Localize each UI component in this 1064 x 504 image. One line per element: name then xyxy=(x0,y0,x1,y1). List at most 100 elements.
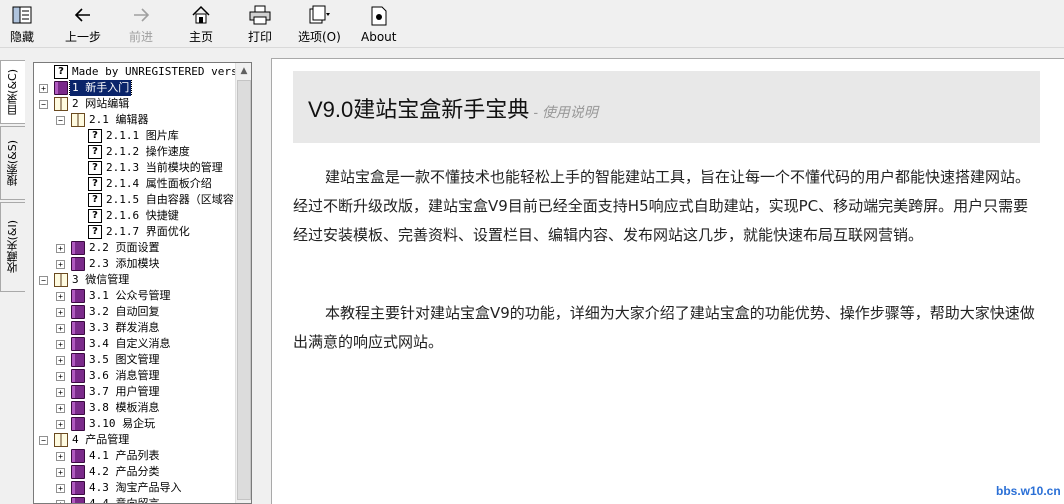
tree-item[interactable]: +4.4 意向留言 xyxy=(34,496,236,504)
tree-item[interactable]: ? 2.1.7 界面优化 xyxy=(34,224,236,240)
open-book-icon xyxy=(54,273,68,287)
tree-list: ?Made by UNREGISTERED version+1 新手入门−2 网… xyxy=(34,64,236,504)
tree-item[interactable]: ? 2.1.1 图片库 xyxy=(34,128,236,144)
content-scrollbar[interactable] xyxy=(1048,59,1064,504)
closed-book-icon xyxy=(71,305,85,319)
tree-item[interactable]: ? 2.1.5 自由容器（区域容 xyxy=(34,192,236,208)
tab-search-label: 搜索(&S) xyxy=(6,139,19,187)
collapse-icon[interactable]: − xyxy=(39,100,48,109)
forward-arrow-icon xyxy=(130,5,152,25)
tree-item[interactable]: +3.7 用户管理 xyxy=(34,384,236,400)
collapse-icon[interactable]: − xyxy=(39,436,48,445)
expand-icon[interactable]: + xyxy=(56,404,65,413)
forward-button[interactable]: 前进 xyxy=(129,5,153,45)
tree-item[interactable]: +4.2 产品分类 xyxy=(34,464,236,480)
tree-item[interactable]: ? Made by UNREGISTERED version xyxy=(34,64,236,80)
expand-icon[interactable]: + xyxy=(56,260,65,269)
expand-icon[interactable]: + xyxy=(56,356,65,365)
help-topic-icon: ? xyxy=(88,209,102,223)
home-button[interactable]: 主页 xyxy=(189,5,213,45)
open-book-icon xyxy=(54,433,68,447)
title-banner: V9.0建站宝盒新手宝典 - 使用说明 xyxy=(293,71,1040,143)
tab-favorites-label: 收藏夹(&I) xyxy=(6,220,19,274)
content-pane: V9.0建站宝盒新手宝典 - 使用说明 建站宝盒是一款不懂技术也能轻松上手的智能建… xyxy=(271,58,1064,504)
options-button[interactable]: 选项(O) xyxy=(298,5,341,45)
tree-item-label: 4 产品管理 xyxy=(72,433,130,446)
tree-item[interactable]: +3.4 自定义消息 xyxy=(34,336,236,352)
scroll-thumb[interactable] xyxy=(237,80,251,500)
tree-item[interactable]: ? 2.1.3 当前模块的管理 xyxy=(34,160,236,176)
tree-item-label: 3 微信管理 xyxy=(72,273,130,286)
tree-item[interactable]: +4.3 淘宝产品导入 xyxy=(34,480,236,496)
expand-icon[interactable]: + xyxy=(56,420,65,429)
tab-favorites[interactable]: 收藏夹(&I) xyxy=(0,202,25,292)
tab-contents-label: 目录(&C) xyxy=(6,68,19,116)
expand-icon[interactable]: + xyxy=(56,388,65,397)
options-icon xyxy=(308,5,331,25)
collapse-icon[interactable]: − xyxy=(56,116,65,125)
tree-item-label: 3.5 图文管理 xyxy=(89,353,160,366)
tab-search[interactable]: 搜索(&S) xyxy=(0,126,25,200)
expand-icon[interactable]: + xyxy=(56,468,65,477)
title-text: V9.0建站宝盒新手宝典 xyxy=(308,97,530,122)
tree-item[interactable]: +3.3 群发消息 xyxy=(34,320,236,336)
tab-contents[interactable]: 目录(&C) xyxy=(0,60,25,124)
tree-item[interactable]: +3.6 消息管理 xyxy=(34,368,236,384)
expand-icon[interactable]: + xyxy=(56,324,65,333)
tree-item[interactable]: ? 2.1.6 快捷键 xyxy=(34,208,236,224)
expand-icon[interactable]: + xyxy=(56,452,65,461)
tree-item[interactable]: ? 2.1.2 操作速度 xyxy=(34,144,236,160)
home-icon xyxy=(190,5,212,25)
closed-book-icon xyxy=(71,465,85,479)
expand-icon[interactable]: + xyxy=(56,500,65,503)
tree-item-label: 1 新手入门 xyxy=(68,80,133,96)
tree-item[interactable]: +2.3 添加模块 xyxy=(34,256,236,272)
expand-icon[interactable]: + xyxy=(56,292,65,301)
tree-item[interactable]: +3.8 模板消息 xyxy=(34,400,236,416)
expand-icon[interactable]: + xyxy=(56,372,65,381)
expand-icon[interactable]: + xyxy=(56,308,65,317)
tree-item[interactable]: +2.2 页面设置 xyxy=(34,240,236,256)
tree-item[interactable]: − 4 产品管理 xyxy=(34,432,236,448)
tree-item-label: 2.1.3 当前模块的管理 xyxy=(106,161,223,174)
expand-icon[interactable]: + xyxy=(39,84,48,93)
tree-item-label: 3.10 易企玩 xyxy=(89,417,156,430)
scroll-up-icon[interactable]: ▲ xyxy=(236,63,251,80)
tree-item[interactable]: − 2.1 编辑器 xyxy=(34,112,236,128)
open-book-icon xyxy=(54,97,68,111)
tree-item-label: 2.1.5 自由容器（区域容 xyxy=(106,193,234,206)
tree-item[interactable]: +3.2 自动回复 xyxy=(34,304,236,320)
tree-item-label: 4.4 意向留言 xyxy=(89,497,160,504)
tree-item[interactable]: +3.10 易企玩 xyxy=(34,416,236,432)
tree-item[interactable]: − 2 网站编辑 xyxy=(34,96,236,112)
tree-scrollbar[interactable]: ▲ xyxy=(235,63,251,503)
collapse-icon[interactable]: − xyxy=(39,276,48,285)
page-title: V9.0建站宝盒新手宝典 - 使用说明 xyxy=(308,92,598,124)
tree-item[interactable]: +4.1 产品列表 xyxy=(34,448,236,464)
home-label: 主页 xyxy=(189,30,214,44)
expand-icon[interactable]: + xyxy=(56,244,65,253)
back-button[interactable]: 上一步 xyxy=(65,5,101,45)
hide-label: 隐藏 xyxy=(10,30,35,44)
closed-book-icon xyxy=(71,369,85,383)
tree-item-label: 4.3 淘宝产品导入 xyxy=(89,481,182,494)
about-button[interactable]: About xyxy=(361,5,396,45)
hide-button[interactable]: 隐藏 xyxy=(10,5,34,45)
expand-icon[interactable]: + xyxy=(56,340,65,349)
expand-icon[interactable]: + xyxy=(56,484,65,493)
help-topic-icon: ? xyxy=(88,145,102,159)
tree-item[interactable]: − 3 微信管理 xyxy=(34,272,236,288)
forward-label: 前进 xyxy=(129,30,154,44)
tree-item[interactable]: +3.5 图文管理 xyxy=(34,352,236,368)
tree-item[interactable]: +3.1 公众号管理 xyxy=(34,288,236,304)
pane-splitter[interactable] xyxy=(258,58,266,504)
help-topic-icon: ? xyxy=(88,225,102,239)
about-info-icon xyxy=(368,5,390,27)
closed-book-icon xyxy=(71,257,85,271)
tree-item-label: 2.1.7 界面优化 xyxy=(106,225,190,238)
contents-tree[interactable]: ?Made by UNREGISTERED version+1 新手入门−2 网… xyxy=(33,62,252,504)
tree-item[interactable]: +1 新手入门 xyxy=(34,80,236,96)
print-button[interactable]: 打印 xyxy=(248,5,272,45)
tree-item[interactable]: ? 2.1.4 属性面板介绍 xyxy=(34,176,236,192)
watermark: bbs.w10.cn xyxy=(996,484,1061,498)
